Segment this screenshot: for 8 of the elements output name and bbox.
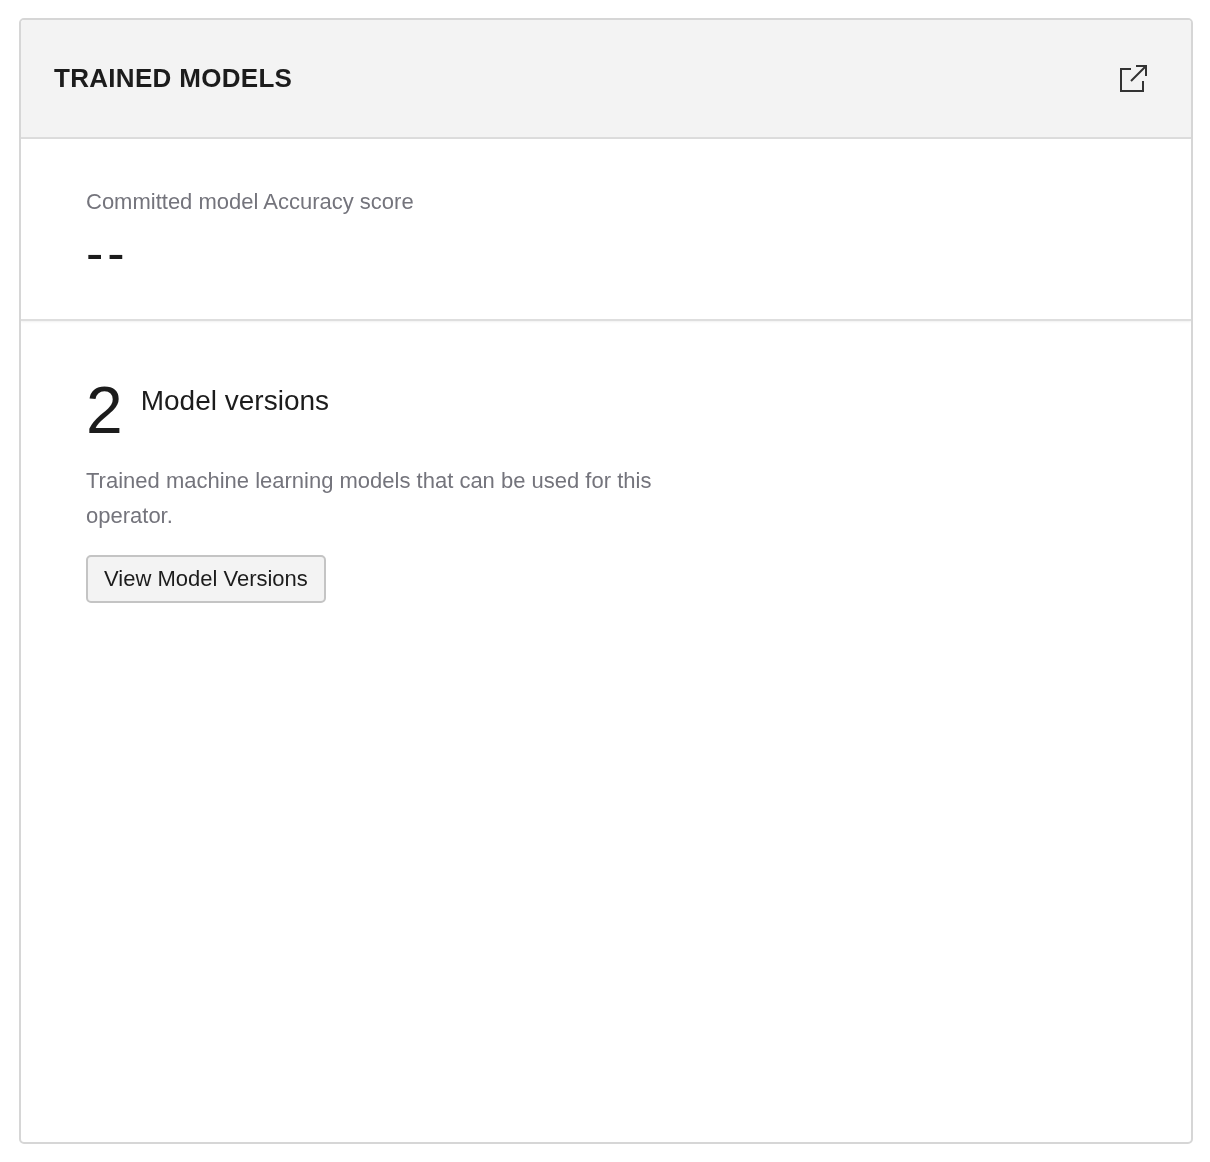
version-count: 2 [86,377,123,443]
score-value: -- [86,223,129,283]
versions-description: Trained machine learning models that can be used for this operator. [86,467,653,530]
view-versions-button[interactable]: View Model Versions [86,555,326,603]
score-label: Committed model Accuracy score [86,189,414,215]
external-link-icon[interactable] [1117,62,1149,95]
versions-label: Model versions [140,385,330,417]
card-title: TRAINED MODELS [54,63,293,94]
